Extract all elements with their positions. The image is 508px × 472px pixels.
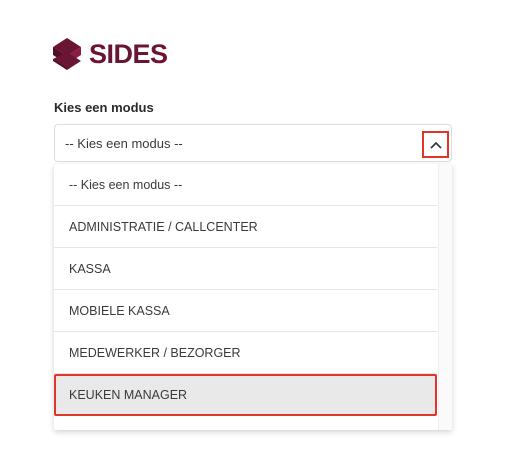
- option-kassa[interactable]: KASSA: [54, 248, 437, 290]
- sides-logo-mark-icon: [53, 38, 81, 70]
- brand-logo: SIDES: [53, 38, 168, 70]
- mode-select-value: -- Kies een modus --: [65, 136, 183, 151]
- chevron-up-icon: [429, 141, 442, 149]
- option-medewerker-bezorger[interactable]: MEDEWERKER / BEZORGER: [54, 332, 437, 374]
- mode-select[interactable]: -- Kies een modus --: [54, 124, 452, 162]
- option-administratie-callcenter[interactable]: ADMINISTRATIE / CALLCENTER: [54, 206, 437, 248]
- brand-name: SIDES: [89, 39, 168, 69]
- select-toggle-button[interactable]: [422, 131, 449, 158]
- option-mobiele-kassa[interactable]: MOBIELE KASSA: [54, 290, 437, 332]
- mode-dropdown-list: -- Kies een modus -- ADMINISTRATIE / CAL…: [54, 164, 452, 430]
- option-none[interactable]: -- Kies een modus --: [54, 164, 437, 206]
- dropdown-scrollbar[interactable]: [438, 164, 452, 430]
- mode-field-label: Kies een modus: [54, 100, 154, 115]
- option-keuken-manager[interactable]: KEUKEN MANAGER: [54, 374, 437, 416]
